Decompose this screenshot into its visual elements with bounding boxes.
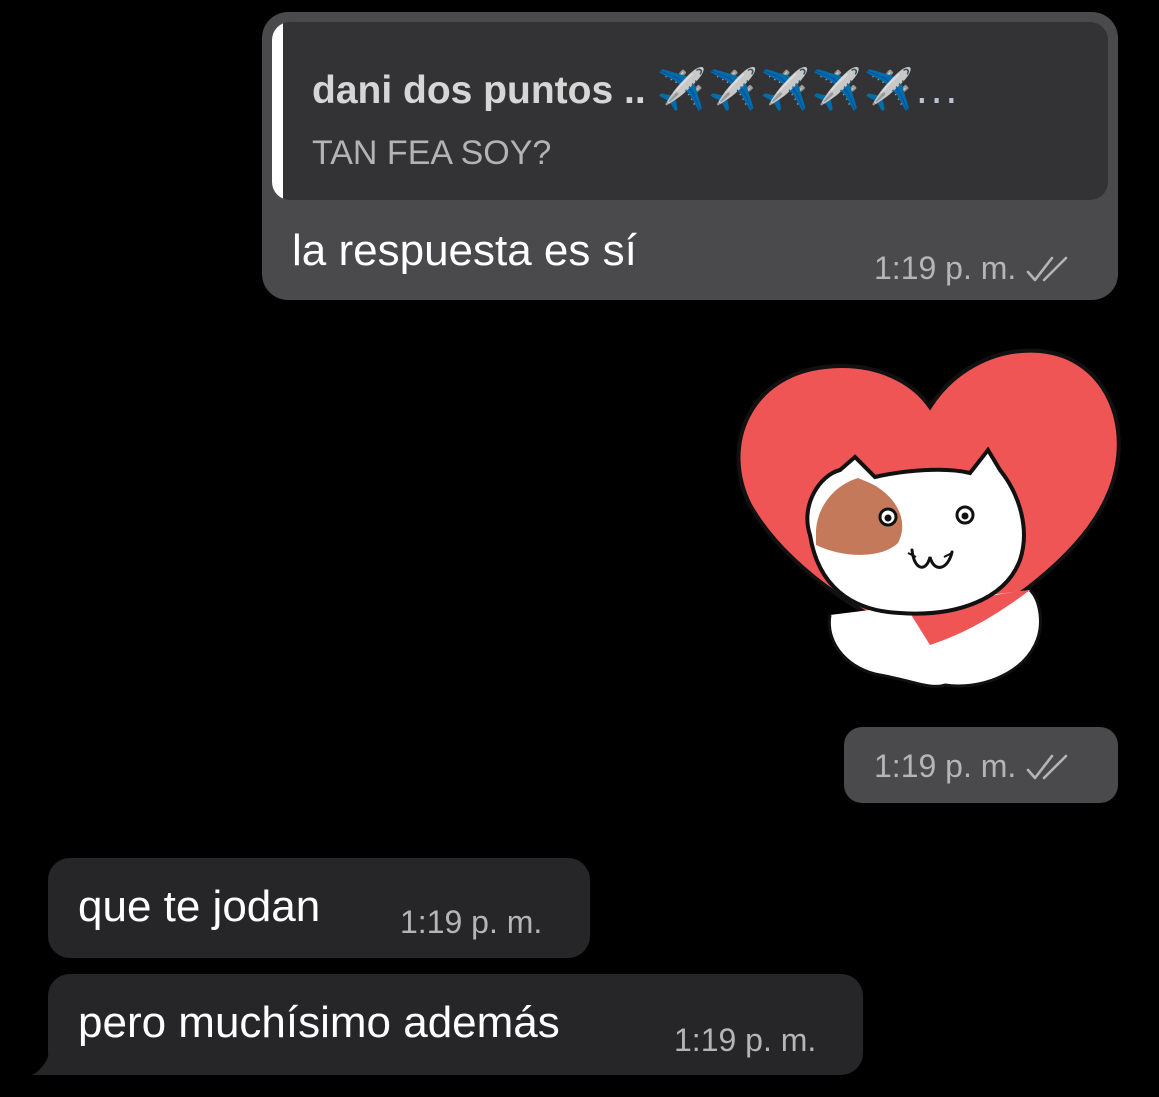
message-text: pero muchísimo además <box>78 998 560 1047</box>
message-meta: 1:19 p. m. <box>874 748 1072 785</box>
sticker-time-pill: 1:19 p. m. <box>844 727 1118 803</box>
quote-accent-bar <box>272 22 283 200</box>
incoming-message-bubble[interactable]: pero muchísimo además 1:19 p. m. <box>48 974 863 1075</box>
message-time: 1:19 p. m. <box>874 748 1017 784</box>
double-check-icon <box>1026 256 1068 281</box>
airplane-emoji-icon: ✈️✈️✈️✈️✈️... <box>656 67 960 113</box>
quoted-author: dani dos puntos .. ✈️✈️✈️✈️✈️... <box>312 67 960 113</box>
message-time: 1:19 p. m. <box>674 1022 816 1059</box>
quoted-message[interactable]: dani dos puntos .. ✈️✈️✈️✈️✈️... TAN FEA… <box>272 22 1108 200</box>
message-text: la respuesta es sí <box>292 226 637 275</box>
cat-in-heart-sticker[interactable] <box>730 345 1130 695</box>
incoming-message-bubble[interactable]: que te jodan 1:19 p. m. <box>48 858 590 958</box>
message-time: 1:19 p. m. <box>400 904 542 941</box>
quoted-text: TAN FEA SOY? <box>312 134 552 172</box>
message-time-label: 1:19 p. m. <box>400 904 543 940</box>
message-meta: 1:19 p. m. <box>874 250 1072 287</box>
double-check-icon <box>1026 754 1068 779</box>
outgoing-message-bubble[interactable]: dani dos puntos .. ✈️✈️✈️✈️✈️... TAN FEA… <box>262 12 1118 300</box>
message-time-label: 1:19 p. m. <box>674 1022 817 1058</box>
message-time: 1:19 p. m. <box>874 250 1017 286</box>
message-text: que te jodan <box>78 882 321 931</box>
